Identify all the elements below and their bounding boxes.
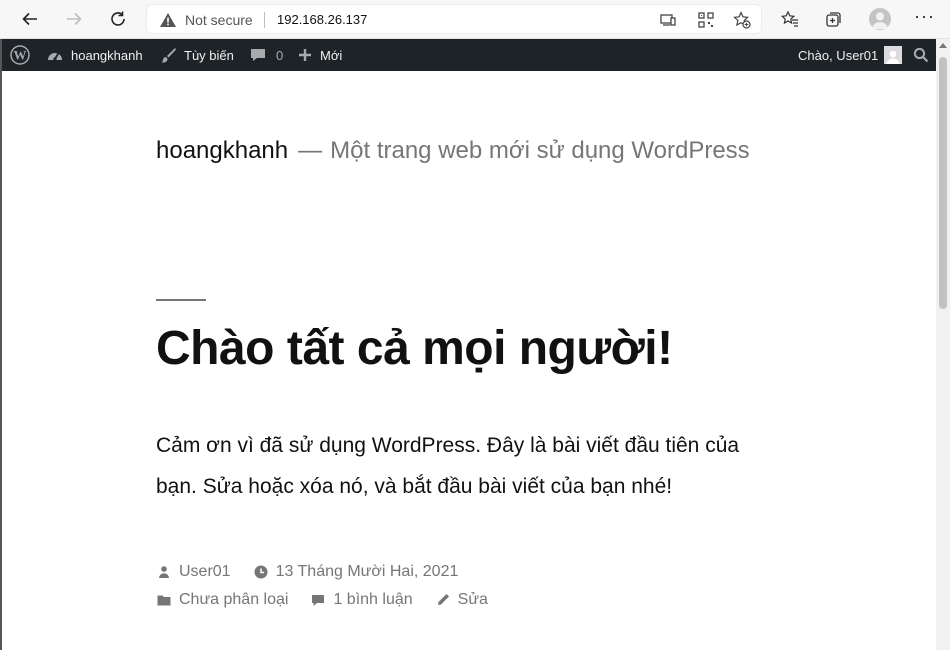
date-text[interactable]: 13 Tháng Mười Hai, 2021 [276,563,459,581]
qr-code-icon[interactable] [697,11,715,29]
new-content-menu[interactable]: Mới [298,39,342,71]
forward-button[interactable] [60,5,88,33]
clock-icon [254,565,268,579]
person-icon [159,566,169,578]
dashboard-gauge-icon [48,52,62,61]
my-account-menu[interactable]: Chào, User01 [798,39,903,71]
author-name[interactable]: User01 [179,563,231,581]
forward-icon [67,12,82,26]
customize-label: Tùy biến [184,47,234,63]
profile-icon [872,12,888,29]
folder-icon [157,595,171,606]
page-viewport: W hoangkhanh Tùy biến 0 Mới Chào, User01… [0,39,950,650]
post-category[interactable]: Chưa phân loại [156,591,288,609]
plus-icon [299,49,311,61]
post-meta-row-2: Chưa phân loại 1 bình luận Sửa [156,591,510,609]
comments-count: 0 [276,47,284,63]
post-content: Cảm ơn vì đã sử dụng WordPress. Đây là b… [156,434,740,498]
user-avatar-icon [886,50,900,64]
browser-toolbar: Not secure 192.168.26.137 ··· [0,0,950,39]
pencil-icon [437,594,449,605]
security-status[interactable]: Not secure [185,12,253,28]
more-icon[interactable]: ··· [914,6,935,27]
scroll-up-arrow-icon[interactable] [939,43,947,48]
admin-search-button[interactable] [913,39,929,71]
collections-button[interactable] [823,8,845,30]
add-favorite-icon[interactable] [733,11,751,29]
reload-icon [111,11,125,26]
url-text[interactable]: 192.168.26.137 [277,12,367,27]
warning-icon[interactable] [159,11,177,29]
post-author[interactable]: User01 [156,563,231,581]
favorites-icon [781,10,798,27]
new-label: Mới [320,47,343,63]
greeting-label: Chào, User01 [798,47,879,63]
search-icon [913,47,929,63]
wp-logo-menu[interactable]: W [10,39,30,71]
collections-icon [826,12,841,27]
site-title-link[interactable]: hoangkhanh [156,137,288,164]
wp-admin-bar: W hoangkhanh Tùy biến 0 Mới Chào, User01 [2,39,938,71]
comments-text[interactable]: 1 bình luận [333,591,412,609]
reload-button[interactable] [104,5,132,33]
wordpress-logo-icon: W [10,45,30,65]
vertical-scrollbar[interactable] [936,39,950,650]
favorites-button[interactable] [779,8,801,30]
site-branding: hoangkhanh — Một trang web mới sử dụng Wor… [156,137,750,165]
svg-text:W: W [14,48,27,63]
profile-button[interactable] [869,8,891,30]
post-date[interactable]: 13 Tháng Mười Hai, 2021 [253,563,459,581]
paintbrush-icon [161,48,176,63]
comments-menu[interactable]: 0 [249,39,283,71]
avatar [884,46,903,64]
scrollbar-thumb[interactable] [939,57,947,309]
comment-bubble-icon [251,49,265,61]
post-edit[interactable]: Sửa [435,591,488,609]
title-divider [156,299,206,301]
app-available-icon[interactable] [659,11,677,29]
back-icon [22,12,37,26]
post-title[interactable]: Chào tất cả mọi người! [156,321,673,376]
site-name-label: hoangkhanh [71,47,143,63]
post-comments[interactable]: 1 bình luận [310,591,413,609]
address-bar[interactable]: Not secure 192.168.26.137 [146,4,762,34]
site-name-menu[interactable]: hoangkhanh [46,39,143,71]
title-separator: — [298,137,323,164]
comment-icon [312,595,325,606]
post-meta-row-1: User01 13 Tháng Mười Hai, 2021 [156,563,480,581]
customize-menu[interactable]: Tùy biến [159,39,234,71]
site-description: Một trang web mới sử dụng WordPress [330,137,750,164]
address-divider [264,12,265,28]
category-text[interactable]: Chưa phân loại [179,591,288,609]
edit-text[interactable]: Sửa [458,591,488,609]
back-button[interactable] [16,5,44,33]
